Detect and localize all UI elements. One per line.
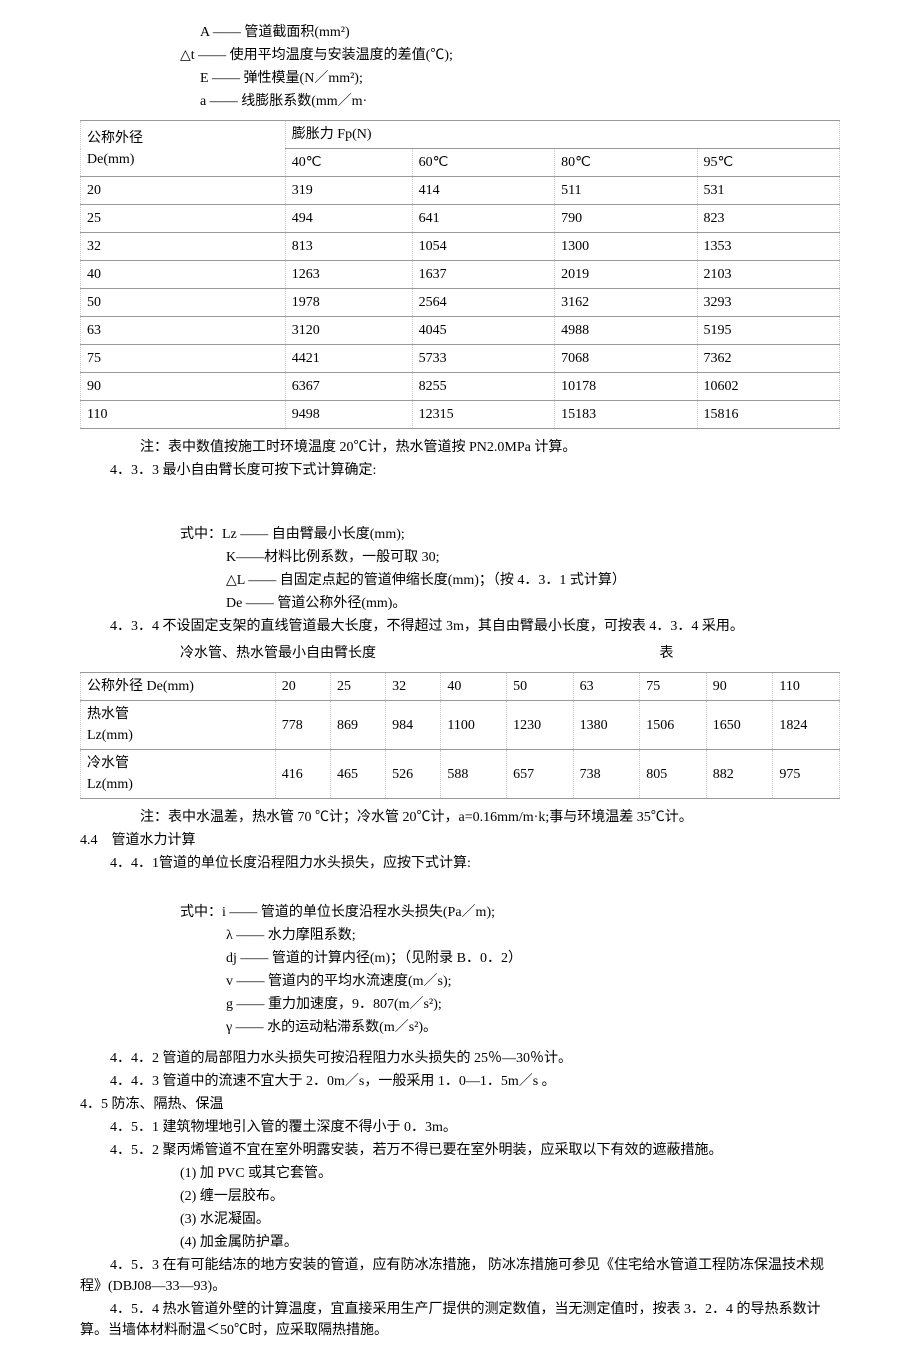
section-4-4-2: 4．4．2 管道的局部阻力水头损失可按沿程阻力水头损失的 25％—30％计。 [80, 1048, 840, 1069]
th-40c: 40℃ [285, 149, 412, 177]
formula-def-dj: dj —— 管道的计算内径(m)；（见附录 B．0．2） [80, 948, 840, 969]
formula-def-gamma: γ —— 水的运动粘滞系数(m／s²)。 [80, 1017, 840, 1038]
table2-caption: 冷水管、热水管最小自由臂长度 [80, 643, 376, 664]
th-80c: 80℃ [555, 149, 697, 177]
section-4-3-3: 4．3．3 最小自由臂长度可按下式计算确定: [80, 460, 840, 481]
table-row: 32813105413001353 [81, 233, 840, 261]
table-row: 20319414511531 [81, 177, 840, 205]
formula-def-k: K——材料比例系数，一般可取 30; [80, 547, 840, 568]
section-4-4-1: 4．4．1管道的单位长度沿程阻力水头损失，应按下式计算: [80, 853, 840, 874]
section-4-5-3: 4．5．3 在有可能结冻的地方安装的管道，应有防冰冻措施， 防冰冻措施可参见《住… [80, 1255, 840, 1297]
list-item-4: (4) 加金属防护罩。 [80, 1232, 840, 1253]
formula-placeholder-1 [80, 487, 840, 508]
free-arm-length-table: 公称外径 De(mm) 2025324050637590110 热水管Lz(mm… [80, 672, 840, 799]
section-4-4: 4.4 管道水力计算 [80, 830, 840, 851]
section-4-5-4: 4．5．4 热水管道外壁的计算温度，宜直接采用生产厂提供的测定数值，当无测定值时… [80, 1299, 840, 1341]
table-row: 热水管Lz(mm) 778869984110012301380150616501… [81, 701, 840, 750]
def-a: a —— 线膨胀系数(mm／m· [80, 91, 840, 112]
list-item-2: (2) 缠一层胶布。 [80, 1186, 840, 1207]
formula-def-lambda: λ —— 水力摩阻系数; [80, 925, 840, 946]
table-row: 401263163720192103 [81, 261, 840, 289]
section-4-4-3: 4．4．3 管道中的流速不宜大于 2．0m／s，一般采用 1．0—1．5m／s … [80, 1071, 840, 1092]
formula-placeholder-2 [80, 880, 840, 886]
table-row: 90636782551017810602 [81, 373, 840, 401]
formula-def-g: g —— 重力加速度，9．807(m／s²); [80, 994, 840, 1015]
table-row: 1109498123151518315816 [81, 401, 840, 429]
section-4-5-1: 4．5．1 建筑物埋地引入管的覆土深度不得小于 0．3m。 [80, 1117, 840, 1138]
section-4-5-2: 4．5．2 聚丙烯管道不宜在室外明露安装，若万不得已要在室外明装，应采取以下有效… [80, 1140, 840, 1161]
formula-def-lz: 式中：Lz —— 自由臂最小长度(mm); [80, 524, 840, 545]
table-row: 25494641790823 [81, 205, 840, 233]
formula-def-v: v —— 管道内的平均水流速度(m／s); [80, 971, 840, 992]
def-E: E —— 弹性模量(N／mm²); [80, 68, 840, 89]
th-95c: 95℃ [697, 149, 839, 177]
table-row: 754421573370687362 [81, 345, 840, 373]
table2-label: 表 [660, 643, 674, 664]
list-item-1: (1) 加 PVC 或其它套管。 [80, 1163, 840, 1184]
formula-def-i: 式中：i —— 管道的单位长度沿程水头损失(Pa／m); [80, 902, 840, 923]
list-item-3: (3) 水泥凝固。 [80, 1209, 840, 1230]
expansion-force-table: 公称外径 De(mm) 膨胀力 Fp(N) 40℃ 60℃ 80℃ 95℃ 20… [80, 120, 840, 429]
note-table2: 注：表中水温差，热水管 70 ℃计；冷水管 20℃计，a=0.16mm/m·k;… [80, 807, 840, 828]
section-4-5: 4．5 防冻、隔热、保温 [80, 1094, 840, 1115]
section-4-3-4: 4．3．4 不设固定支架的直线管道最大长度，不得超过 3m，其自由臂最小长度，可… [80, 616, 840, 637]
table-row: 633120404549885195 [81, 317, 840, 345]
formula-def-dl: △L —— 自固定点起的管道伸缩长度(mm)；（按 4．3．1 式计算） [80, 570, 840, 591]
def-dt: △t —— 使用平均温度与安装温度的差值(℃); [80, 45, 840, 66]
table-row: 冷水管Lz(mm) 416465526588657738805882975 [81, 750, 840, 799]
note-table1: 注：表中数值按施工时环境温度 20℃计，热水管道按 PN2.0MPa 计算。 [80, 437, 840, 458]
table-row: 501978256431623293 [81, 289, 840, 317]
th-fp: 膨胀力 Fp(N) [285, 121, 839, 149]
th-60c: 60℃ [412, 149, 554, 177]
th2-de: 公称外径 De(mm) [81, 673, 276, 701]
th-de: 公称外径 De(mm) [81, 121, 286, 177]
def-A: A —— 管道截面积(mm²) [80, 22, 840, 43]
formula-def-de: De —— 管道公称外径(mm)。 [80, 593, 840, 614]
